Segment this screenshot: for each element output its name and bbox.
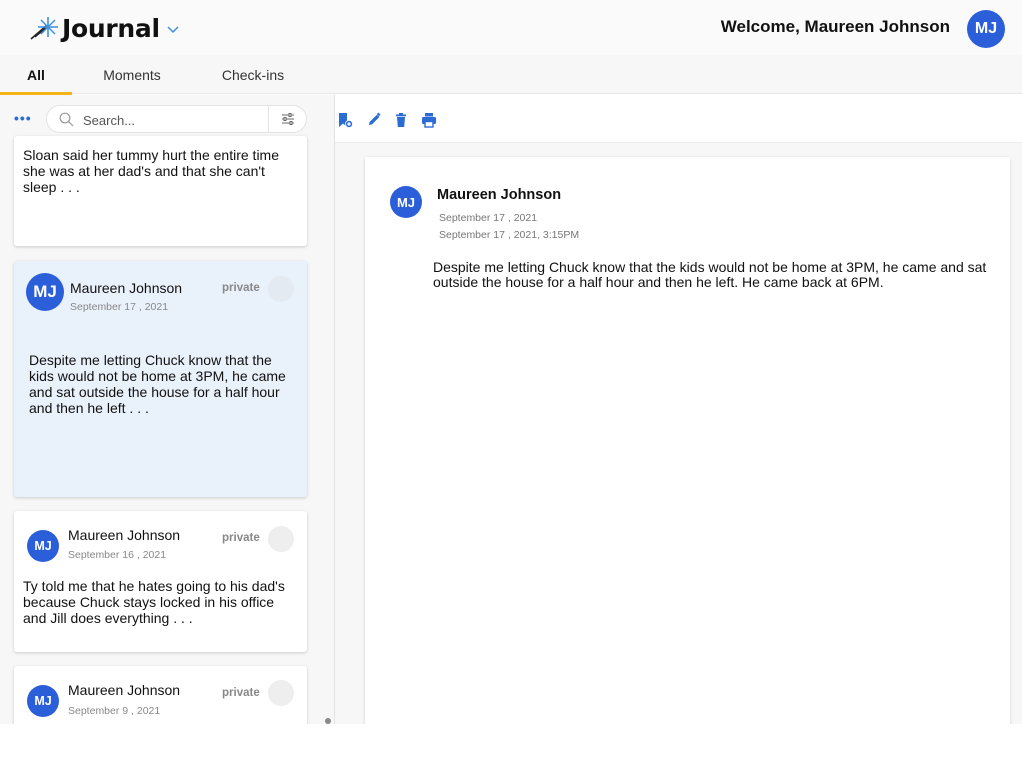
- edit-icon[interactable]: [366, 112, 382, 128]
- search-icon: [59, 112, 74, 127]
- entry-date: September 9 , 2021: [68, 705, 161, 717]
- entry-date: September 17 , 2021: [439, 212, 538, 224]
- author-name: Maureen Johnson: [68, 527, 181, 543]
- more-options-button[interactable]: •••: [14, 110, 32, 126]
- app-logo[interactable]: Journal: [28, 12, 179, 44]
- privacy-badge: private: [222, 282, 260, 294]
- privacy-badge: private: [222, 687, 260, 699]
- entry-snippet: Despite me letting Chuck know that the k…: [29, 352, 286, 416]
- search-bar: [46, 105, 307, 133]
- sparkle-logo-icon: [30, 17, 58, 40]
- entry-snippet: Sloan said her tummy hurt the entire tim…: [23, 147, 280, 195]
- entry-action-button[interactable]: [268, 526, 294, 552]
- delete-icon[interactable]: [393, 112, 409, 128]
- author-name: Maureen Johnson: [437, 187, 562, 203]
- add-bookmark-icon[interactable]: [337, 112, 353, 128]
- entry-date: September 17 , 2021: [70, 301, 169, 313]
- page-bottom-area: [0, 724, 1022, 776]
- author-name: Maureen Johnson: [68, 682, 181, 698]
- tab-all[interactable]: All: [0, 55, 72, 95]
- detail-panel: MJ Maureen Johnson September 17 , 2021 S…: [335, 95, 1022, 776]
- tab-bar: All Moments Check-ins: [0, 55, 1022, 95]
- filter-button[interactable]: [268, 106, 306, 132]
- privacy-badge: private: [222, 532, 260, 544]
- author-avatar: MJ: [27, 530, 59, 562]
- app-title: Journal: [62, 13, 160, 43]
- author-avatar: MJ: [390, 186, 422, 218]
- panel-gutter: [321, 95, 335, 776]
- print-icon[interactable]: [421, 112, 437, 128]
- chevron-down-icon[interactable]: [167, 26, 179, 34]
- entry-body: Despite me letting Chuck know that the k…: [433, 259, 987, 290]
- tab-check-ins[interactable]: Check-ins: [206, 55, 300, 94]
- user-avatar[interactable]: MJ: [967, 10, 1005, 48]
- author-avatar: MJ: [26, 273, 64, 311]
- entry-detail-card: MJ Maureen Johnson September 17 , 2021 S…: [365, 157, 1010, 757]
- entry-datetime: September 17 , 2021, 3:15PM: [439, 229, 580, 241]
- entry-action-button[interactable]: [268, 680, 294, 706]
- entry-action-button[interactable]: [268, 276, 294, 302]
- entry-card-selected[interactable]: MJ Maureen Johnson September 17 , 2021 p…: [14, 261, 307, 497]
- app-header: Journal Welcome, Maureen Johnson MJ: [0, 0, 1022, 55]
- author-name: Maureen Johnson: [70, 280, 183, 296]
- entry-card[interactable]: Sloan said her tummy hurt the entire tim…: [14, 136, 307, 246]
- search-input[interactable]: [83, 110, 263, 130]
- entry-date: September 16 , 2021: [68, 549, 167, 561]
- sliders-icon: [281, 113, 294, 125]
- entry-snippet: Ty told me that he hates going to his da…: [23, 578, 285, 626]
- detail-toolbar: [335, 95, 1022, 143]
- author-avatar: MJ: [27, 685, 59, 717]
- entry-card[interactable]: MJ Maureen Johnson September 16 , 2021 p…: [14, 511, 307, 652]
- entries-panel: ••• Sloan said her tummy hurt the entir: [0, 95, 321, 776]
- tab-moments[interactable]: Moments: [86, 55, 178, 94]
- welcome-message: Welcome, Maureen Johnson: [720, 17, 950, 36]
